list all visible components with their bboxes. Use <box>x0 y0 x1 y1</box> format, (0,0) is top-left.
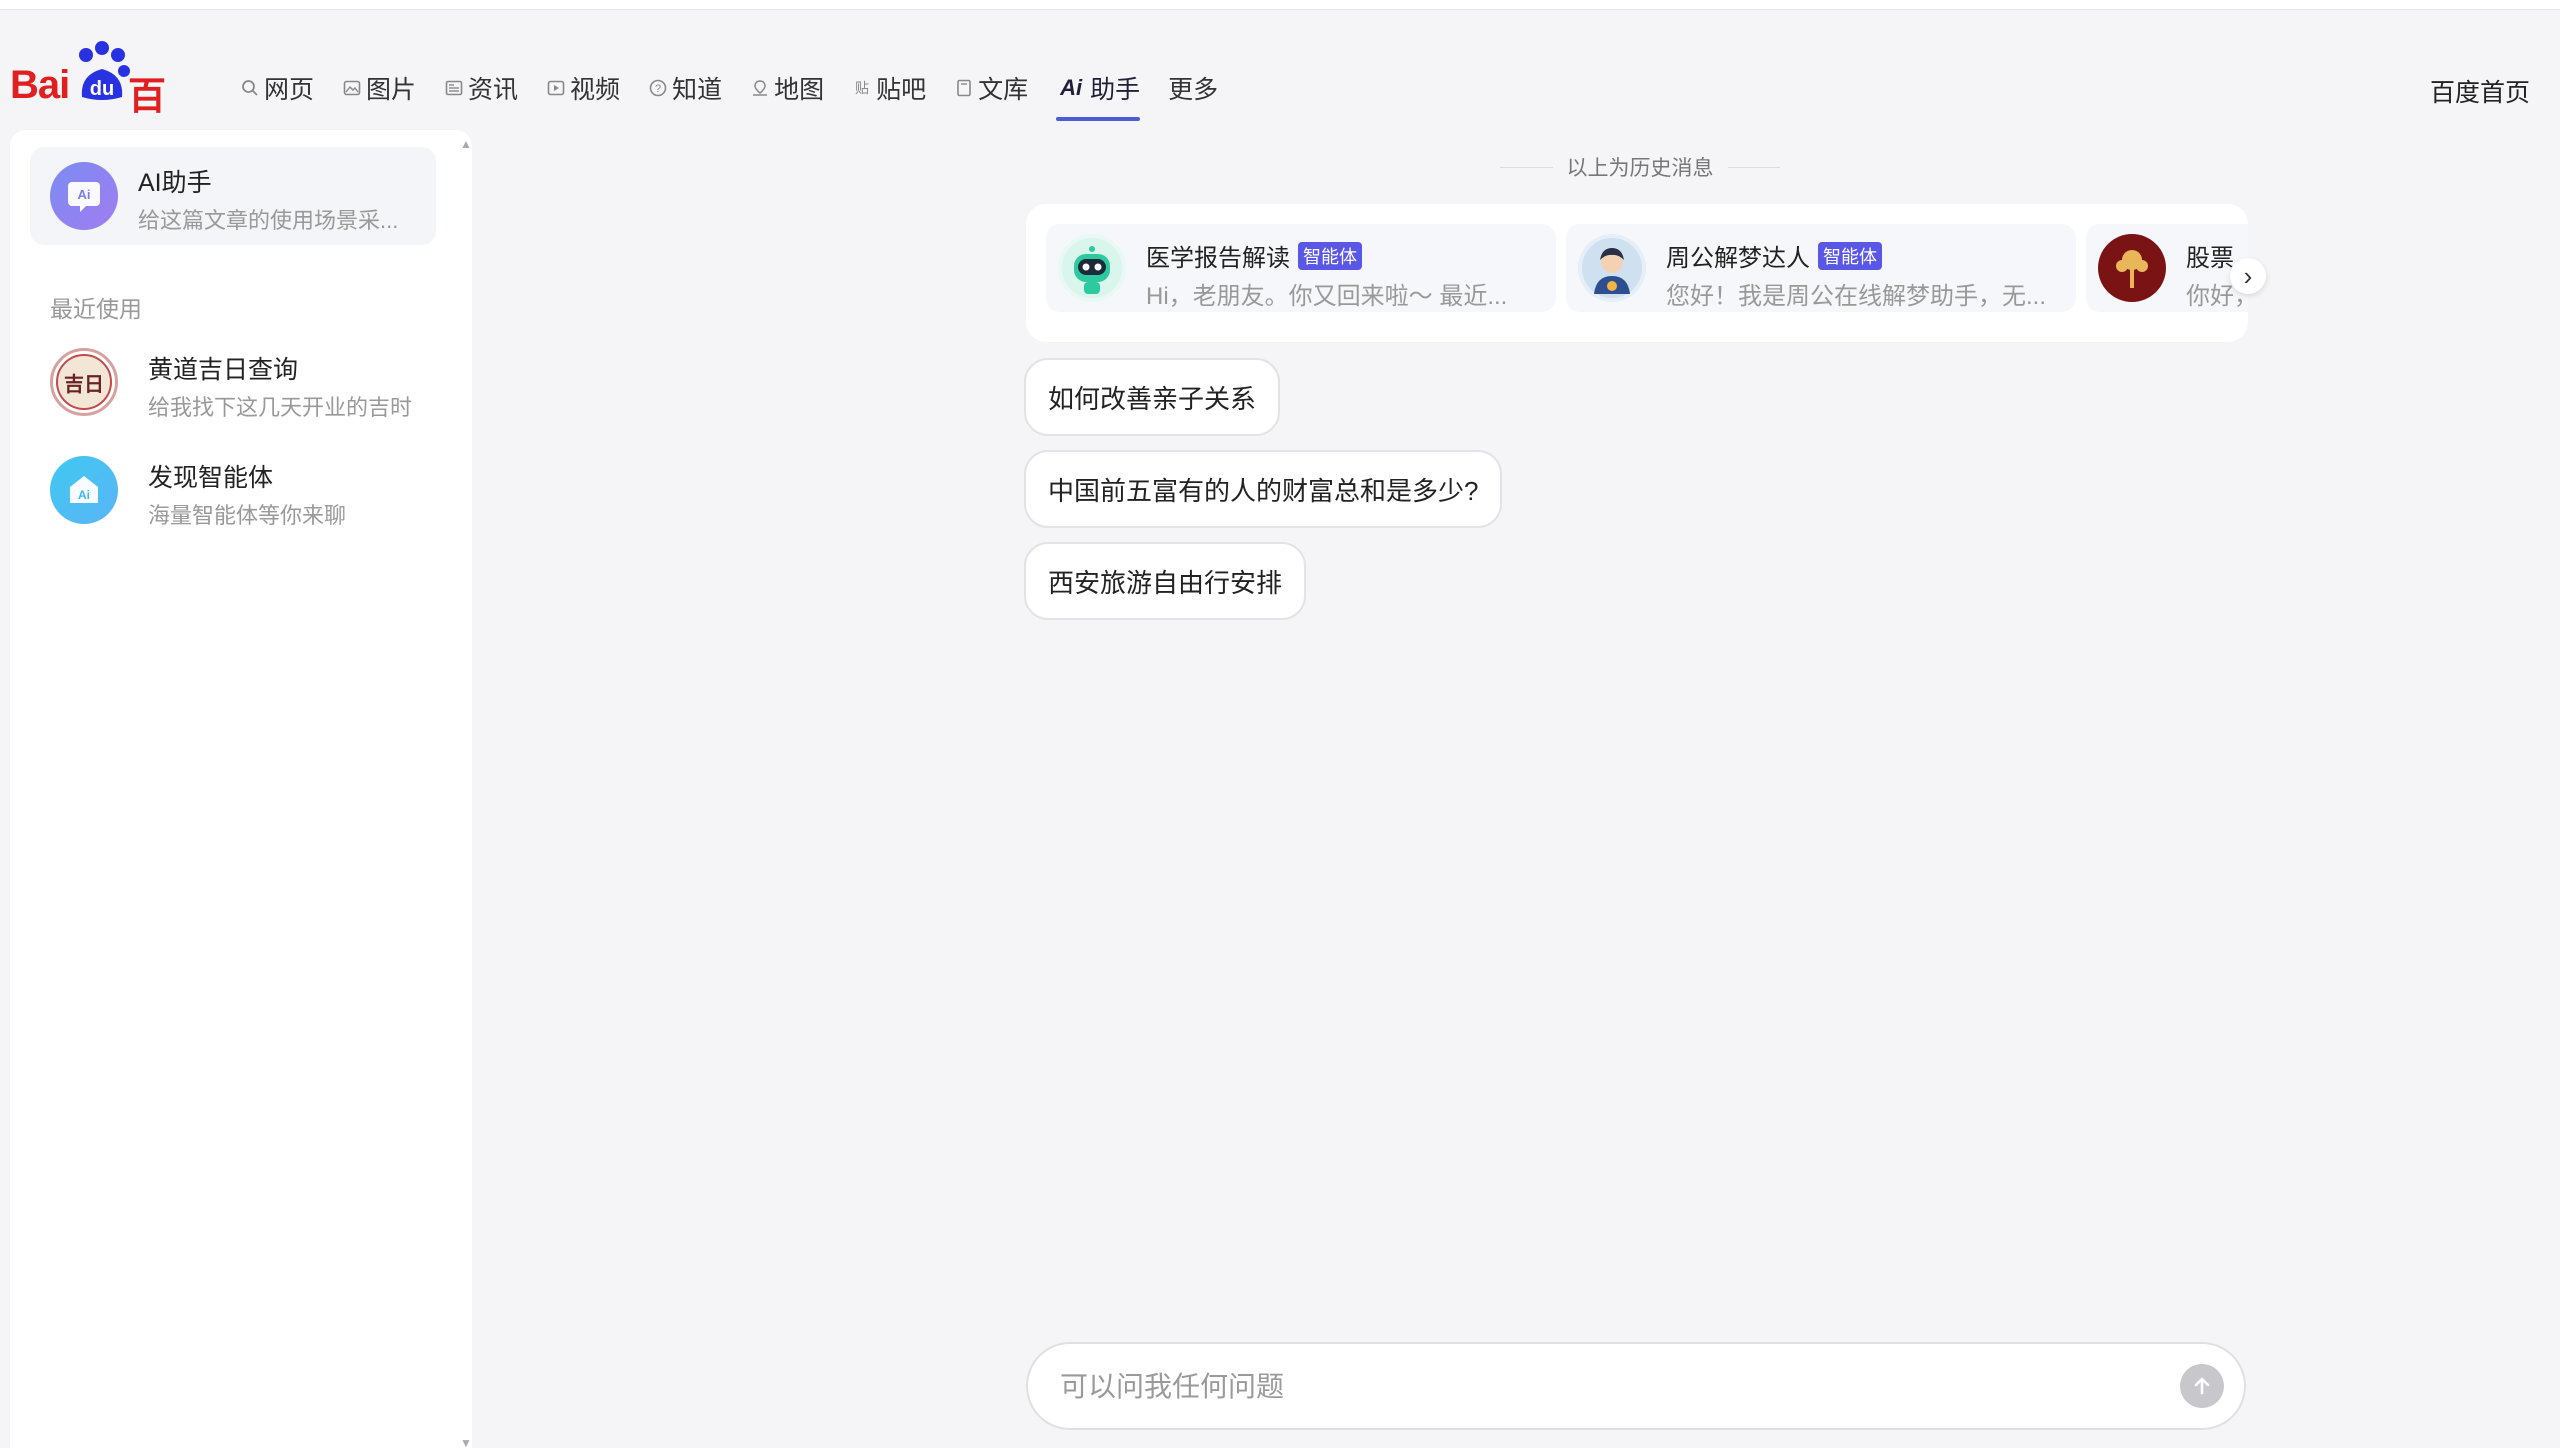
jiri-seal: 吉日 <box>56 354 112 410</box>
discover-agents-avatar: Ai <box>50 456 118 524</box>
tab-news[interactable]: 资讯 <box>436 63 538 113</box>
tab-more[interactable]: 更多 <box>1160 63 1238 113</box>
agent-name-medical: 医学报告解读 智能体 <box>1146 238 1362 273</box>
svg-text:贴: 贴 <box>855 81 869 97</box>
tab-map-label: 地图 <box>774 76 825 104</box>
baidu-home-link[interactable]: 百度首页 <box>2430 73 2530 109</box>
carousel-next-icon[interactable]: › <box>2230 258 2266 294</box>
svg-text:du: du <box>90 78 114 100</box>
header: Bai du 百度 网页 图片 资讯 视频 ? 知道 <box>0 11 2560 173</box>
svg-text:Ai: Ai <box>78 488 90 502</box>
tab-assistant-label: 助手 <box>1090 76 1141 104</box>
agent-desc-medical: Hi，老朋友。你又回来啦～ 最近... <box>1146 283 1508 310</box>
question-icon: ? <box>648 78 668 98</box>
tab-tieba[interactable]: 贴 贴吧 <box>844 63 946 113</box>
sidebar-item-huangdao[interactable]: 吉日 黄道吉日查询 给我找下这几天开业的吉时 <box>30 338 450 428</box>
ai-assistant-subtitle: 给这篇文章的使用场景采... <box>138 208 399 233</box>
paw-logo-icon: du <box>79 41 130 100</box>
tab-wenku-label: 文库 <box>978 76 1029 104</box>
svg-text:?: ? <box>655 83 661 95</box>
document-icon <box>954 78 974 98</box>
history-label: 以上为历史消息 <box>1566 157 1714 180</box>
logo-text-latin: Bai <box>10 63 70 107</box>
ai-assistant-title: AI助手 <box>138 169 212 197</box>
tab-assistant[interactable]: Ai 助手 <box>1048 63 1160 121</box>
ai-chat-icon: Ai <box>68 182 100 212</box>
divider-line-left <box>1500 166 1553 168</box>
map-icon <box>750 78 770 98</box>
tab-images-label: 图片 <box>366 76 417 104</box>
sidebar-item-discover-agents[interactable]: Ai 发现智能体 海量智能体等你来聊 <box>30 446 450 536</box>
agent-name-dream-text: 周公解梦达人 <box>1666 245 1810 272</box>
tab-video-label: 视频 <box>570 76 621 104</box>
tab-more-label: 更多 <box>1168 76 1219 104</box>
tab-wenku[interactable]: 文库 <box>946 63 1048 113</box>
tab-images[interactable]: 图片 <box>334 63 436 113</box>
suggestion-chip[interactable]: 中国前五富有的人的财富总和是多少? <box>1024 450 1503 528</box>
video-icon <box>546 78 566 98</box>
chat-input-box <box>1026 1342 2246 1430</box>
huangdao-avatar: 吉日 <box>50 348 118 416</box>
agent-badge: 智能体 <box>1818 241 1882 270</box>
suggestion-chip[interactable]: 西安旅游自由行安排 <box>1024 542 1307 620</box>
history-divider: 以上为历史消息 <box>1500 152 1780 182</box>
tieba-icon: 贴 <box>852 78 872 98</box>
discover-agents-subtitle: 海量智能体等你来聊 <box>148 503 347 528</box>
money-tree-icon <box>2102 238 2162 298</box>
baidu-logo[interactable]: Bai du 百度 <box>10 41 190 173</box>
search-icon <box>240 78 260 98</box>
agent-name-stock-text: 股票 <box>2186 245 2234 272</box>
agent-name-stock: 股票 <box>2186 238 2234 273</box>
suggestion-chip[interactable]: 如何改善亲子关系 <box>1024 358 1281 436</box>
tab-video[interactable]: 视频 <box>538 63 640 113</box>
sidebar-scroll-up-icon[interactable]: ▲ <box>460 137 472 151</box>
chat-input[interactable] <box>1060 1364 2140 1410</box>
tab-web[interactable]: 网页 <box>232 63 334 113</box>
agent-desc-dream: 您好！我是周公在线解梦助手，无... <box>1666 283 2047 310</box>
agent-card-medical[interactable]: 医学报告解读 智能体 Hi，老朋友。你又回来啦～ 最近... <box>1046 224 1556 312</box>
dream-avatar <box>1578 234 1646 302</box>
robot-icon <box>1062 238 1122 298</box>
agent-card-dream[interactable]: 周公解梦达人 智能体 您好！我是周公在线解梦助手，无... <box>1566 224 2076 312</box>
sidebar-item-ai-assistant[interactable]: Ai AI助手 给这篇文章的使用场景采... <box>30 147 436 245</box>
tab-tieba-label: 贴吧 <box>876 76 927 104</box>
ai-assistant-avatar: Ai <box>50 162 118 230</box>
agent-badge: 智能体 <box>1298 241 1362 270</box>
agent-card-stock[interactable]: 股票 你好， <box>2086 224 2248 312</box>
huangdao-subtitle: 给我找下这几天开业的吉时 <box>148 395 413 420</box>
send-button[interactable] <box>2180 1364 2224 1408</box>
tab-zhidao[interactable]: ? 知道 <box>640 63 742 113</box>
tab-zhidao-label: 知道 <box>672 76 723 104</box>
svg-text:Ai: Ai <box>78 187 91 202</box>
arrow-up-icon <box>2194 1377 2210 1395</box>
recent-label: 最近使用 <box>50 296 142 322</box>
agent-carousel: 医学报告解读 智能体 Hi，老朋友。你又回来啦～ 最近... 周公解梦达人 智能… <box>1026 204 2248 342</box>
stock-avatar <box>2098 234 2166 302</box>
discover-agents-title: 发现智能体 <box>148 464 274 492</box>
sidebar: Ai AI助手 给这篇文章的使用场景采... 最近使用 吉日 黄道吉日查询 给我… <box>10 130 472 1448</box>
agent-name-medical-text: 医学报告解读 <box>1146 245 1290 272</box>
tab-map[interactable]: 地图 <box>742 63 844 113</box>
medical-robot-avatar <box>1058 234 1126 302</box>
divider-line-right <box>1727 166 1780 168</box>
agent-name-dream: 周公解梦达人 智能体 <box>1666 238 1882 273</box>
huangdao-title: 黄道吉日查询 <box>148 356 299 384</box>
house-ai-icon: Ai <box>70 476 98 503</box>
sidebar-scroll-down-icon[interactable]: ▼ <box>460 1436 472 1448</box>
tab-web-label: 网页 <box>264 76 315 104</box>
image-icon <box>342 78 362 98</box>
browser-top-edge <box>0 0 2560 10</box>
person-avatar-icon <box>1582 238 1642 298</box>
news-icon <box>444 78 464 98</box>
tab-news-label: 资讯 <box>468 76 519 104</box>
nav-tabs: 网页 图片 资讯 视频 ? 知道 地图 贴 贴吧 文库 Ai 助手 更多 <box>232 63 1238 121</box>
ai-icon: Ai <box>1060 75 1083 100</box>
